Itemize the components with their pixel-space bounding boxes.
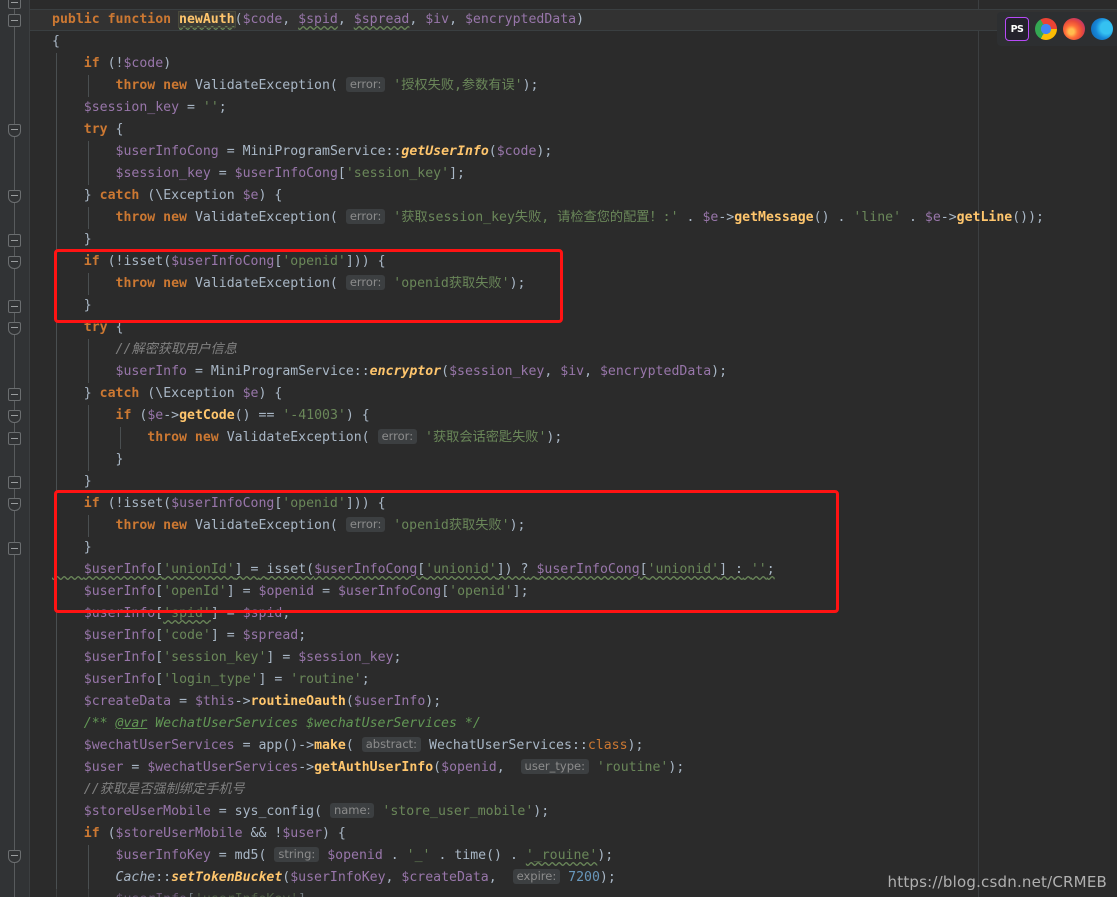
code-line[interactable]: $user = $wechatUserServices->getAuthUser… [30, 757, 1117, 779]
code-line[interactable]: $userInfoKey = md5( string: $openid . '_… [30, 845, 1117, 867]
code-line[interactable]: $createData = $this->routineOauth($userI… [30, 691, 1117, 713]
fold-marker[interactable] [8, 0, 21, 9]
fold-marker[interactable] [8, 256, 21, 269]
code-line[interactable]: } catch (\Exception $e) { [30, 185, 1117, 207]
code-area[interactable]: public function newAuth($code, $spid, $s… [30, 0, 1117, 897]
code-line[interactable]: } catch (\Exception $e) { [30, 383, 1117, 405]
code-line[interactable]: $storeUserMobile = sys_config( name: 'st… [30, 801, 1117, 823]
code-line[interactable]: try { [30, 317, 1117, 339]
fold-marker[interactable] [8, 542, 21, 555]
param-hint: string: [274, 847, 320, 862]
code-line[interactable]: public function newAuth($code, $spid, $s… [30, 9, 1117, 31]
fold-marker[interactable] [8, 124, 21, 137]
fold-marker[interactable] [8, 432, 21, 445]
code-line[interactable]: //解密获取用户信息 [30, 339, 1117, 361]
fold-marker[interactable] [8, 410, 21, 423]
code-line[interactable]: throw new ValidateException( error: 'ope… [30, 273, 1117, 295]
code-line[interactable]: /** @var WechatUserServices $wechatUserS… [30, 713, 1117, 735]
code-line[interactable]: if ($storeUserMobile && !$user) { [30, 823, 1117, 845]
fold-marker[interactable] [8, 322, 21, 335]
code-line[interactable]: $session_key = $userInfoCong['session_ke… [30, 163, 1117, 185]
code-line[interactable]: $userInfo['login_type'] = 'routine'; [30, 669, 1117, 691]
code-line[interactable]: throw new ValidateException( error: '获取s… [30, 207, 1117, 229]
code-line[interactable]: } [30, 295, 1117, 317]
code-line[interactable]: $userInfo['code'] = $spread; [30, 625, 1117, 647]
param-hint: abstract: [361, 737, 422, 752]
code-line[interactable]: try { [30, 119, 1117, 141]
fold-marker[interactable] [8, 476, 21, 489]
code-line[interactable]: { [30, 31, 1117, 53]
fold-marker[interactable] [8, 234, 21, 247]
code-line[interactable]: $userInfo['openId'] = $openid = $userInf… [30, 581, 1117, 603]
code-line[interactable]: $session_key = ''; [30, 97, 1117, 119]
code-line[interactable]: throw new ValidateException( error: '授权失… [30, 75, 1117, 97]
param-hint: user_type: [520, 759, 589, 774]
fold-marker[interactable] [8, 850, 21, 863]
code-line[interactable]: throw new ValidateException( error: 'ope… [30, 515, 1117, 537]
param-hint: name: [329, 803, 375, 818]
code-line[interactable]: $userInfo['spid'] = $spid; [30, 603, 1117, 625]
code-line[interactable]: throw new ValidateException( error: '获取会… [30, 427, 1117, 449]
param-hint: error: [345, 209, 386, 224]
code-line[interactable]: $userInfo = MiniProgramService::encrypto… [30, 361, 1117, 383]
param-hint: expire: [512, 869, 561, 884]
code-line[interactable]: if (!$code) [30, 53, 1117, 75]
phpstorm-icon[interactable]: PS [1005, 17, 1029, 41]
code-line[interactable]: //获取是否强制绑定手机号 [30, 779, 1117, 801]
code-line[interactable]: $wechatUserServices = app()->make( abstr… [30, 735, 1117, 757]
firefox-icon[interactable] [1063, 18, 1085, 40]
fold-marker[interactable] [8, 300, 21, 313]
code-line[interactable]: if (!isset($userInfoCong['openid'])) { [30, 251, 1117, 273]
fold-marker[interactable] [8, 388, 21, 401]
param-hint: error: [377, 429, 418, 444]
code-line[interactable]: if (!isset($userInfoCong['openid'])) { [30, 493, 1117, 515]
partial-line-top [60, 0, 1117, 8]
code-line[interactable]: } [30, 449, 1117, 471]
watermark: https://blog.csdn.net/CRMEB [887, 873, 1107, 891]
editor-gutter[interactable] [0, 0, 30, 897]
code-line[interactable]: $userInfo['session_key'] = $session_key; [30, 647, 1117, 669]
param-hint: error: [345, 77, 386, 92]
code-line[interactable]: } [30, 229, 1117, 251]
fold-marker[interactable] [8, 190, 21, 203]
param-hint: error: [345, 517, 386, 532]
edge-icon[interactable] [1091, 18, 1113, 40]
code-editor[interactable]: public function newAuth($code, $spid, $s… [0, 0, 1117, 897]
taskbar[interactable]: PS [997, 12, 1117, 46]
param-hint: error: [345, 275, 386, 290]
chrome-icon[interactable] [1035, 18, 1057, 40]
code-line[interactable]: } [30, 537, 1117, 559]
fold-marker[interactable] [8, 14, 21, 27]
fold-marker[interactable] [8, 498, 21, 511]
code-line[interactable]: if ($e->getCode() == '-41003') { [30, 405, 1117, 427]
code-line[interactable]: } [30, 471, 1117, 493]
code-line[interactable]: $userInfo['unionId'] = isset($userInfoCo… [30, 559, 1117, 581]
code-line[interactable]: $userInfoCong = MiniProgramService::getU… [30, 141, 1117, 163]
